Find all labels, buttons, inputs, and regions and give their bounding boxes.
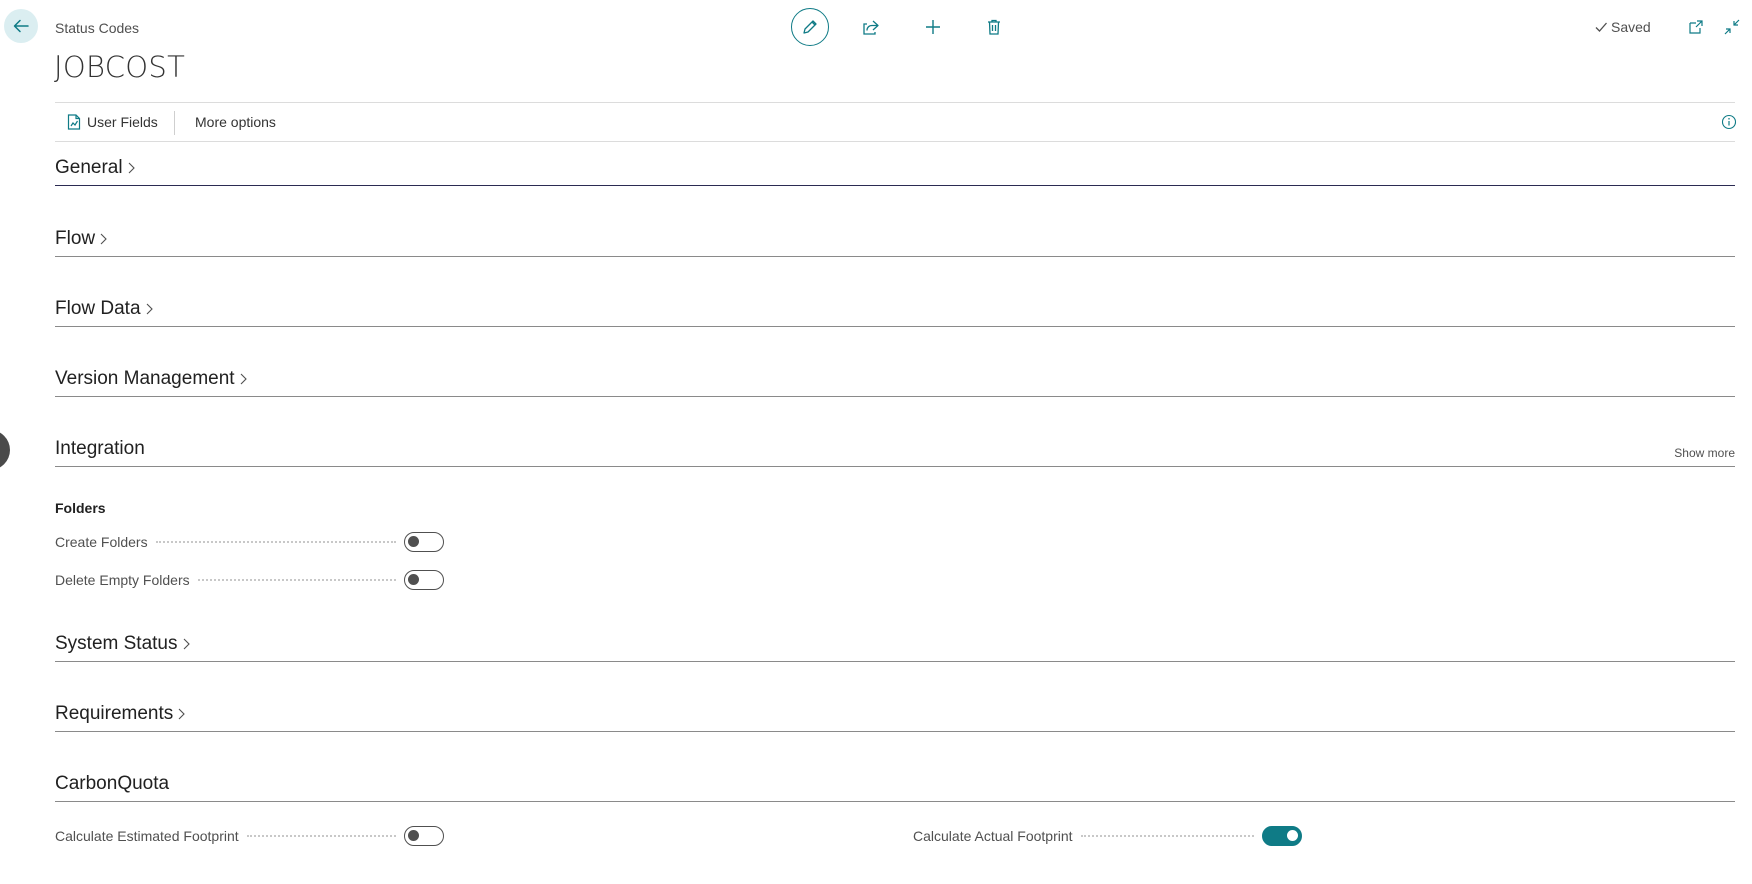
create-folders-field: Create Folders xyxy=(55,531,444,553)
record-toolbar xyxy=(791,8,1013,46)
show-more-link[interactable]: Show more xyxy=(1674,446,1735,460)
more-options-action[interactable]: More options xyxy=(195,103,276,141)
trash-icon xyxy=(988,19,1000,35)
delete-empty-folders-toggle[interactable] xyxy=(404,570,444,590)
section-flow-data-title: Flow Data xyxy=(55,298,141,319)
create-folders-toggle[interactable] xyxy=(404,532,444,552)
section-general-header[interactable]: General xyxy=(55,157,136,179)
calculate-actual-footprint-toggle[interactable] xyxy=(1262,826,1302,846)
open-new-window-icon xyxy=(1689,20,1703,34)
field-leader-dots xyxy=(1080,835,1254,837)
record-title: JOBCOST xyxy=(54,50,186,84)
chevron-right-icon xyxy=(240,373,247,385)
delete-button[interactable] xyxy=(975,8,1013,46)
collapse-button[interactable] xyxy=(1722,17,1742,37)
section-system-status: System Status xyxy=(55,626,1735,662)
section-integration-title: Integration xyxy=(55,438,145,459)
field-leader-dots xyxy=(155,541,396,543)
collapse-icon xyxy=(1724,19,1740,35)
section-integration: Integration Show more xyxy=(55,431,1735,467)
check-icon xyxy=(1595,22,1607,32)
share-icon xyxy=(863,20,879,35)
section-requirements-title: Requirements xyxy=(55,703,174,724)
page: Status Codes JOBCOST Saved User Fields M… xyxy=(0,0,1752,884)
section-requirements-header[interactable]: Requirements xyxy=(55,703,186,725)
create-folders-label: Create Folders xyxy=(55,534,148,550)
action-divider xyxy=(174,111,175,135)
document-chart-icon xyxy=(67,114,81,130)
section-flow-title: Flow xyxy=(55,228,96,249)
chevron-right-icon xyxy=(100,233,107,245)
section-general: General xyxy=(55,150,1735,186)
calculate-estimated-footprint-field: Calculate Estimated Footprint xyxy=(55,825,444,847)
page-caption: Status Codes xyxy=(55,20,140,36)
edit-icon xyxy=(803,20,817,34)
field-leader-dots xyxy=(197,579,396,581)
section-carbon-quota-header[interactable]: CarbonQuota xyxy=(55,773,169,795)
section-version-management: Version Management xyxy=(55,361,1735,397)
info-button[interactable] xyxy=(1719,112,1739,132)
share-button[interactable] xyxy=(852,8,890,46)
chevron-right-icon xyxy=(128,162,135,174)
chevron-right-icon xyxy=(146,303,153,315)
saved-label: Saved xyxy=(1611,19,1651,35)
section-integration-header[interactable]: Integration xyxy=(55,438,145,460)
new-button[interactable] xyxy=(914,8,952,46)
back-button[interactable] xyxy=(4,9,38,43)
section-flow-data-header[interactable]: Flow Data xyxy=(55,298,154,320)
side-panel-handle[interactable] xyxy=(0,430,10,470)
delete-empty-folders-label: Delete Empty Folders xyxy=(55,572,190,588)
saved-status: Saved xyxy=(1594,19,1651,35)
folders-group-title: Folders xyxy=(55,500,106,516)
section-carbon-quota: CarbonQuota xyxy=(55,766,1735,802)
more-options-label: More options xyxy=(195,114,276,130)
info-icon xyxy=(1721,114,1737,130)
section-flow-data: Flow Data xyxy=(55,291,1735,327)
delete-empty-folders-field: Delete Empty Folders xyxy=(55,569,444,591)
calculate-actual-footprint-label: Calculate Actual Footprint xyxy=(913,828,1073,844)
user-fields-label: User Fields xyxy=(87,114,158,130)
chevron-right-icon xyxy=(183,638,190,650)
calculate-estimated-footprint-toggle[interactable] xyxy=(404,826,444,846)
edit-button[interactable] xyxy=(791,8,829,46)
section-general-title: General xyxy=(55,157,123,178)
user-fields-action[interactable]: User Fields xyxy=(67,103,158,141)
section-requirements: Requirements xyxy=(55,696,1735,732)
calculate-estimated-footprint-label: Calculate Estimated Footprint xyxy=(55,828,239,844)
plus-icon xyxy=(926,20,940,34)
section-version-management-title: Version Management xyxy=(55,368,235,389)
section-flow: Flow xyxy=(55,221,1735,257)
action-bar: User Fields More options xyxy=(55,102,1737,142)
section-carbon-quota-title: CarbonQuota xyxy=(55,773,170,794)
section-flow-header[interactable]: Flow xyxy=(55,228,108,250)
calculate-actual-footprint-field: Calculate Actual Footprint xyxy=(913,825,1302,847)
open-new-window-button[interactable] xyxy=(1686,17,1706,37)
arrow-left-icon xyxy=(13,19,29,33)
chevron-right-icon xyxy=(178,708,186,720)
section-version-management-header[interactable]: Version Management xyxy=(55,368,248,390)
section-system-status-header[interactable]: System Status xyxy=(55,633,191,655)
section-system-status-title: System Status xyxy=(55,633,178,654)
field-leader-dots xyxy=(246,835,396,837)
